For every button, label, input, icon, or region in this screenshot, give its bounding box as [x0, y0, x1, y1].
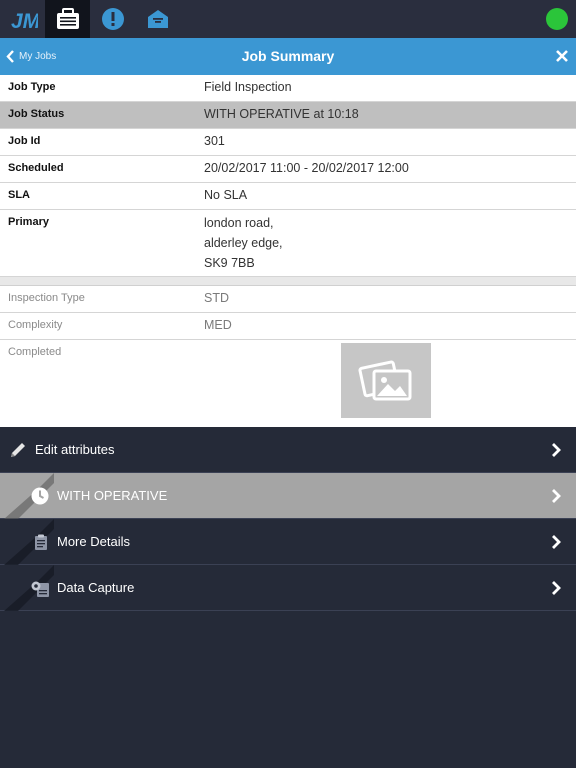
job-type-value: Field Inspection: [204, 80, 292, 94]
chevron-right-icon: [552, 581, 561, 595]
primary-address-link[interactable]: london road, alderley edge, SK9 7BB: [204, 213, 283, 273]
back-button[interactable]: My Jobs: [6, 38, 56, 75]
job-id-label: Job Id: [8, 135, 41, 147]
inspection-type-row: Inspection Type STD: [0, 286, 576, 313]
briefcase-icon: [56, 8, 79, 29]
inbox-tab[interactable]: [135, 0, 180, 38]
completed-row: Completed: [0, 340, 576, 427]
scheduled-value: 20/02/2017 11:00 - 20/02/2017 12:00: [204, 161, 409, 175]
data-capture-label: Data Capture: [57, 580, 135, 595]
job-type-label: Job Type: [8, 81, 56, 93]
inspection-type-value: STD: [204, 291, 229, 305]
data-capture-button[interactable]: Data Capture: [0, 565, 576, 611]
completed-label: Completed: [8, 346, 62, 358]
jm-logo-icon[interactable]: JM: [10, 5, 38, 33]
status-menu-label: WITH OPERATIVE: [57, 488, 168, 503]
inspection-type-label: Inspection Type: [8, 292, 85, 304]
alerts-tab[interactable]: [90, 0, 135, 38]
edit-attributes-button[interactable]: Edit attributes: [0, 427, 576, 473]
top-toolbar: JM: [0, 0, 576, 38]
chevron-right-icon: [552, 489, 561, 503]
job-id-row: Job Id 301: [0, 129, 576, 156]
clipboard-icon: [35, 534, 47, 550]
complexity-value: MED: [204, 318, 232, 332]
header-bar: My Jobs Job Summary: [0, 38, 576, 75]
page-title: Job Summary: [241, 48, 335, 64]
online-status-indicator: [546, 8, 568, 30]
address-line: london road,: [204, 216, 274, 230]
data-capture-icon: [31, 581, 49, 597]
pencil-icon: [11, 443, 25, 457]
back-label: My Jobs: [19, 51, 57, 62]
primary-label: Primary: [8, 216, 49, 228]
chevron-right-icon: [552, 443, 561, 457]
sla-label: SLA: [8, 189, 30, 201]
status-menu-item[interactable]: WITH OPERATIVE: [0, 473, 576, 519]
clock-icon: [31, 487, 49, 505]
sla-row: SLA No SLA: [0, 183, 576, 210]
job-type-row: Job Type Field Inspection: [0, 75, 576, 102]
svg-text:JM: JM: [11, 10, 38, 33]
job-status-label: Job Status: [8, 108, 65, 120]
inbox-icon: [147, 10, 168, 28]
job-details-panel: Job Type Field Inspection Job Status WIT…: [0, 75, 576, 427]
address-line: SK9 7BB: [204, 256, 255, 270]
job-id-value: 301: [204, 134, 225, 148]
scheduled-row: Scheduled 20/02/2017 11:00 - 20/02/2017 …: [0, 156, 576, 183]
close-button[interactable]: [552, 46, 572, 66]
image-placeholder-icon: [358, 360, 412, 400]
scheduled-label: Scheduled: [8, 162, 64, 174]
more-details-button[interactable]: More Details: [0, 519, 576, 565]
chevron-left-icon: [6, 50, 14, 63]
job-status-row: Job Status WITH OPERATIVE at 10:18: [0, 102, 576, 129]
completed-photo-placeholder[interactable]: [341, 343, 431, 418]
more-details-label: More Details: [57, 534, 130, 549]
complexity-row: Complexity MED: [0, 313, 576, 340]
primary-address-row: Primary london road, alderley edge, SK9 …: [0, 210, 576, 277]
address-line: alderley edge,: [204, 236, 283, 250]
jobs-tab[interactable]: [45, 0, 90, 38]
job-status-value: WITH OPERATIVE at 10:18: [204, 107, 359, 121]
chevron-right-icon: [552, 535, 561, 549]
alert-icon: [101, 8, 124, 30]
close-icon: [556, 50, 568, 62]
sla-value: No SLA: [204, 188, 248, 202]
section-divider: [0, 277, 576, 286]
edit-attributes-label: Edit attributes: [35, 442, 115, 457]
complexity-label: Complexity: [8, 319, 63, 331]
